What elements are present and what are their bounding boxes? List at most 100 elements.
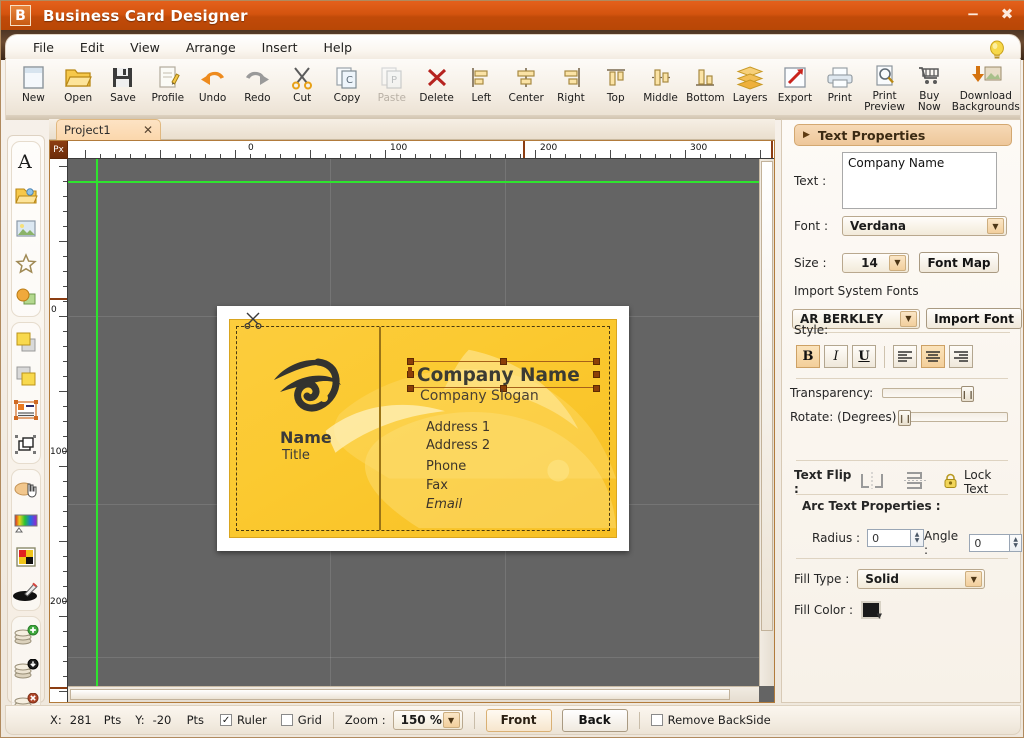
add-layer-icon[interactable] [11, 621, 41, 651]
selection-handle-tr[interactable] [593, 358, 600, 365]
menu-item-insert[interactable]: Insert [249, 37, 311, 58]
group-objects-icon[interactable] [11, 395, 41, 425]
delete-button[interactable]: Delete [414, 59, 459, 113]
business-card-front[interactable]: Name Title Company Name Company Slogan A… [229, 319, 617, 538]
cut-button[interactable]: Cut [280, 59, 325, 113]
radius-input[interactable]: 0 [867, 529, 912, 547]
card-company-name[interactable]: Company Name [417, 365, 580, 386]
bring-forward-icon[interactable] [11, 327, 41, 357]
font-select[interactable]: Verdana ▼ [842, 216, 1007, 236]
radius-stepper[interactable]: ▲ ▼ [911, 529, 925, 547]
undo-button[interactable]: Undo [190, 59, 235, 113]
align-center-button[interactable] [921, 345, 945, 368]
horizontal-scroll-thumb[interactable] [70, 689, 730, 700]
save-button[interactable]: Save [101, 59, 146, 113]
selection-handle-br[interactable] [593, 385, 600, 392]
tab-project1[interactable]: Project1 ✕ [56, 119, 161, 140]
gradient-picker-icon[interactable] [11, 508, 41, 538]
shape-star-icon[interactable] [11, 248, 41, 278]
card-email[interactable]: Email [426, 497, 462, 512]
selection-handle-bl[interactable] [407, 385, 414, 392]
menu-item-arrange[interactable]: Arrange [173, 37, 249, 58]
align-top-button[interactable]: Top [593, 59, 638, 113]
ruler-toggle[interactable]: ✓ Ruler [220, 713, 267, 727]
card-address-1[interactable]: Address 1 [426, 420, 490, 435]
new-button[interactable]: New [11, 59, 56, 113]
vertical-ruler[interactable]: 0 100 200 [50, 159, 68, 702]
chevron-down-icon[interactable]: ▼ [965, 571, 983, 587]
fill-color-swatch[interactable]: ▼ [861, 601, 882, 620]
design-work-surface[interactable]: Name Title Company Name Company Slogan A… [68, 159, 774, 702]
print-button[interactable]: Print [817, 59, 862, 113]
picture-icon[interactable] [11, 214, 41, 244]
swirl-logo-icon[interactable] [270, 354, 356, 416]
bold-button[interactable]: B [796, 345, 820, 368]
profile-button[interactable]: Profile [145, 59, 190, 113]
print-preview-button[interactable]: Print Preview [862, 59, 907, 113]
selection-handle-tl[interactable] [407, 358, 414, 365]
card-fax[interactable]: Fax [426, 478, 448, 493]
guide-vertical[interactable] [96, 159, 98, 702]
flip-vertical-icon[interactable] [903, 471, 926, 494]
lock-text-label[interactable]: Lock Text [964, 468, 1014, 496]
align-center-button[interactable]: Center [504, 59, 549, 113]
hand-pan-icon[interactable] [11, 474, 41, 504]
open-button[interactable]: Open [56, 59, 101, 113]
rotate-slider-knob[interactable]: ❙❙ [898, 410, 912, 426]
front-side-button[interactable]: Front [485, 708, 552, 732]
buy-now-button[interactable]: Buy Now [907, 59, 952, 113]
paste-button[interactable]: P Paste [369, 59, 414, 113]
fill-type-select[interactable]: Solid ▼ [857, 569, 986, 589]
align-middle-button[interactable]: Middle [638, 59, 683, 113]
color-shapes-icon[interactable] [11, 282, 41, 312]
ruler-checkbox[interactable]: ✓ [220, 714, 233, 726]
copy-button[interactable]: C Copy [325, 59, 370, 113]
flip-horizontal-icon[interactable] [860, 471, 884, 493]
transparency-slider[interactable]: ❙❙ [882, 386, 974, 402]
eyedropper-icon[interactable] [11, 576, 41, 606]
align-bottom-button[interactable]: Bottom [683, 59, 728, 113]
horizontal-ruler[interactable]: 0 100 200 300 [68, 141, 774, 159]
guide-horizontal[interactable] [68, 181, 774, 183]
palette-icon[interactable] [11, 542, 41, 572]
chevron-down-icon[interactable]: ▼ [987, 218, 1004, 234]
align-left-button[interactable]: Left [459, 59, 504, 113]
menu-item-help[interactable]: Help [311, 37, 366, 58]
close-icon[interactable]: ✖ [997, 5, 1017, 23]
card-person-name[interactable]: Name [280, 428, 332, 447]
canvas-horizontal-scrollbar[interactable] [68, 686, 759, 702]
card-person-title[interactable]: Title [282, 448, 310, 463]
open-image-folder-icon[interactable] [11, 180, 41, 210]
card-address-2[interactable]: Address 2 [426, 438, 490, 453]
back-side-button[interactable]: Back [561, 708, 628, 732]
grid-checkbox[interactable] [280, 714, 293, 726]
layer-down-icon[interactable] [11, 655, 41, 685]
panel-header[interactable]: ▶ Text Properties [794, 124, 1012, 146]
layers-button[interactable]: Layers [728, 59, 773, 113]
selection-handle-tm[interactable] [500, 358, 507, 365]
menu-item-view[interactable]: View [117, 37, 173, 58]
send-backward-icon[interactable] [11, 361, 41, 391]
import-font-button[interactable]: Import Font [926, 308, 1022, 329]
ruler-unit-box[interactable]: Px [50, 141, 68, 159]
text-input[interactable] [842, 152, 997, 209]
transparency-slider-knob[interactable]: ❙❙ [961, 386, 974, 402]
minimize-icon[interactable]: − [963, 5, 983, 23]
align-left-button[interactable] [893, 345, 917, 368]
triangle-right-icon[interactable]: ▶ [803, 130, 810, 140]
business-card-preview[interactable]: Name Title Company Name Company Slogan A… [217, 306, 629, 551]
redo-button[interactable]: Redo [235, 59, 280, 113]
grid-toggle[interactable]: Grid [280, 713, 322, 727]
angle-input[interactable]: 0 [969, 534, 1011, 552]
selection-handle-mr[interactable] [593, 371, 600, 378]
card-phone[interactable]: Phone [426, 459, 466, 474]
rotate-slider[interactable]: ❙❙ [898, 410, 1009, 426]
underline-button[interactable]: U [852, 345, 876, 368]
menu-item-edit[interactable]: Edit [67, 37, 117, 58]
text-tool-icon[interactable]: A [11, 146, 41, 176]
vertical-scroll-thumb[interactable] [761, 161, 773, 631]
italic-button[interactable]: I [824, 345, 848, 368]
align-right-button[interactable] [949, 345, 973, 368]
padlock-icon[interactable] [942, 472, 959, 493]
card-company-slogan[interactable]: Company Slogan [420, 388, 539, 404]
